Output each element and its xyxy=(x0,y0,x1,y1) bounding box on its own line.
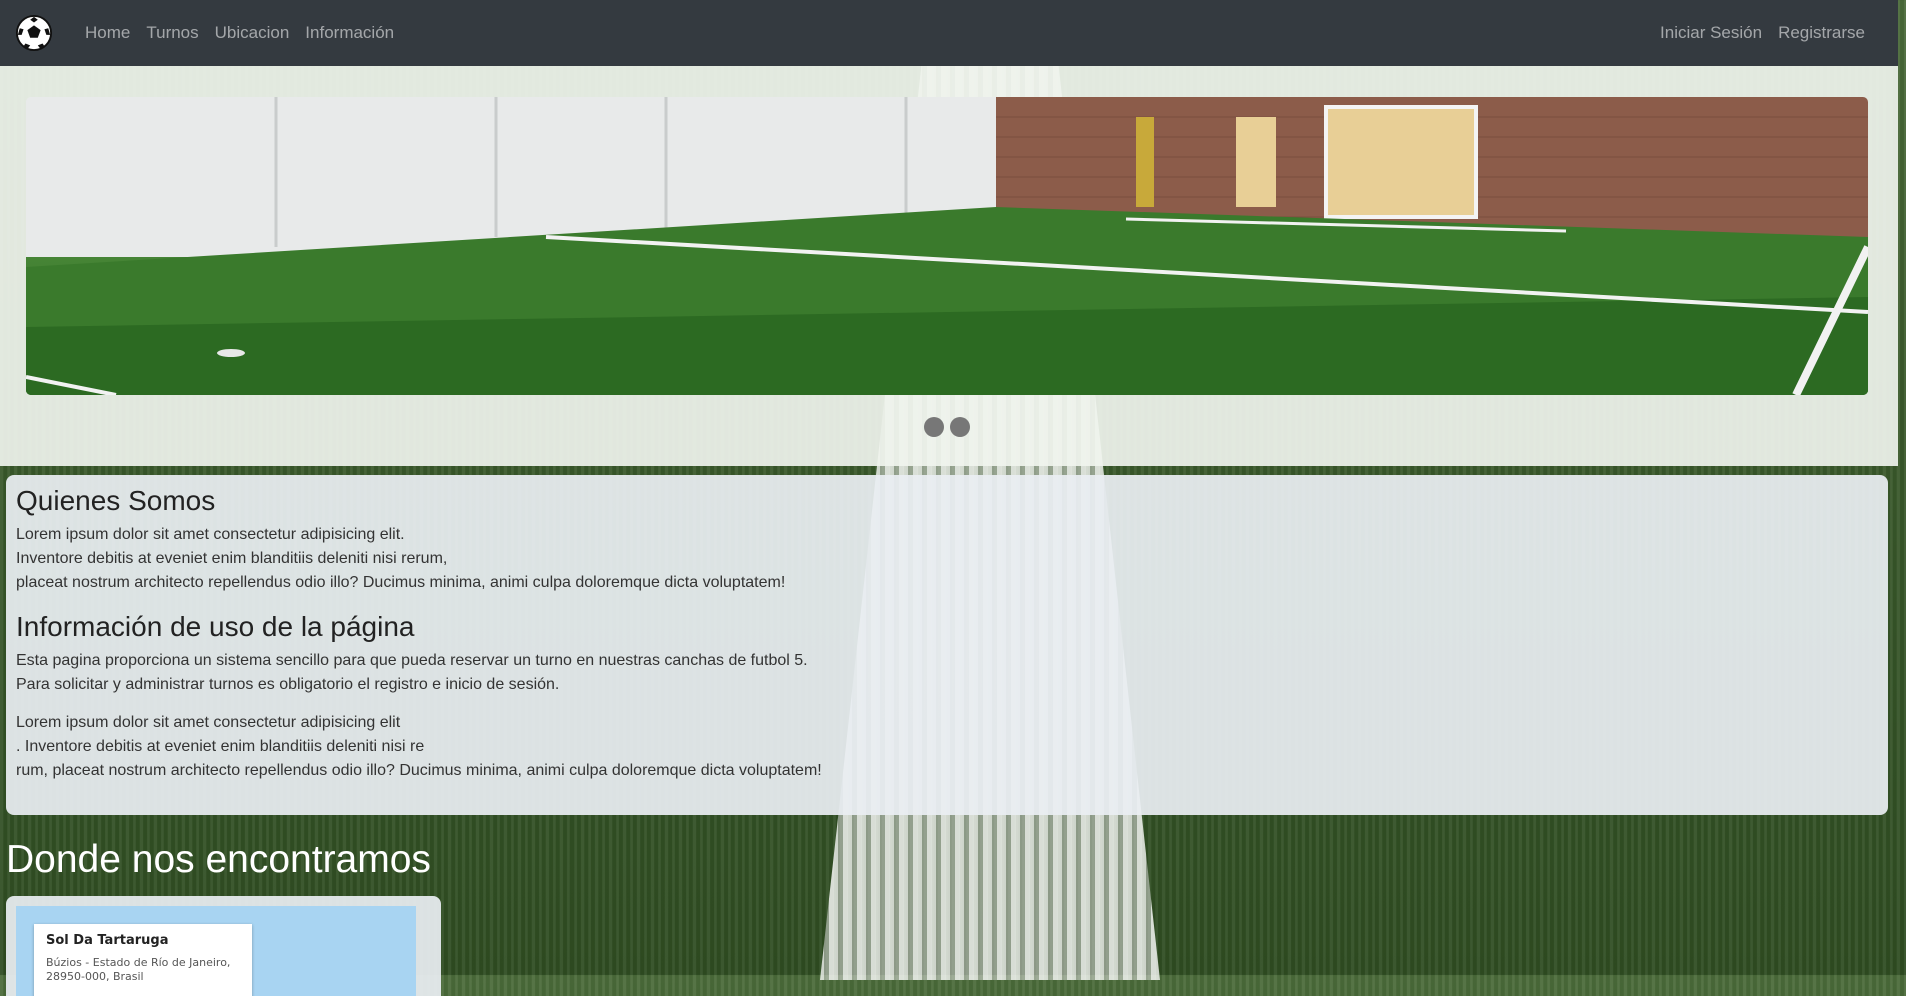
map-card: Sol Da Tartaruga Búzios - Estado de Río … xyxy=(6,896,441,996)
nav-turnos-link[interactable]: Turnos xyxy=(138,23,206,43)
nav-informacion-link[interactable]: Información xyxy=(297,23,402,43)
nav-ubicacion-link[interactable]: Ubicacion xyxy=(207,23,298,43)
nav-main-links: Home Turnos Ubicacion Información xyxy=(77,23,402,43)
register-link[interactable]: Registrarse xyxy=(1770,23,1873,43)
nav-auth-links: Iniciar Sesión Registrarse xyxy=(1652,23,1873,43)
map-place-card: Sol Da Tartaruga Búzios - Estado de Río … xyxy=(34,924,252,996)
usage-line: Esta pagina proporciona un sistema senci… xyxy=(16,652,808,669)
map-embed[interactable]: Sol Da Tartaruga Búzios - Estado de Río … xyxy=(16,906,416,996)
usage-title: Información de uso de la página xyxy=(16,611,415,642)
carousel-indicator-2[interactable] xyxy=(950,417,970,437)
info-card: Quienes Somos Lorem ipsum dolor sit amet… xyxy=(6,475,1888,815)
carousel-slide-soccer-field xyxy=(26,97,1868,395)
map-place-address: Búzios - Estado de Río de Janeiro, 28950… xyxy=(46,956,242,984)
login-link[interactable]: Iniciar Sesión xyxy=(1652,23,1770,43)
extra-line: rum, placeat nostrum architecto repellen… xyxy=(16,762,822,779)
extra-line: Lorem ipsum dolor sit amet consectetur a… xyxy=(16,714,401,731)
map-place-name: Sol Da Tartaruga xyxy=(46,933,169,948)
carousel-indicator-1[interactable] xyxy=(924,417,944,437)
usage-line: Para solicitar y administrar turnos es o… xyxy=(16,676,560,693)
carousel-indicators xyxy=(924,417,970,437)
about-line: Lorem ipsum dolor sit amet consectetur a… xyxy=(16,526,405,543)
carousel[interactable] xyxy=(26,97,1868,395)
nav-home-link[interactable]: Home xyxy=(77,23,138,43)
map-address-line: 28950-000, Brasil xyxy=(46,970,144,983)
about-title: Quienes Somos xyxy=(16,485,216,516)
about-line: placeat nostrum architecto repellendus o… xyxy=(16,574,786,591)
page: Home Turnos Ubicacion Información Inicia… xyxy=(0,0,1906,996)
soccer-ball-icon[interactable] xyxy=(15,14,53,52)
about-line: Inventore debitis at eveniet enim blandi… xyxy=(16,550,448,567)
map-address-line: Búzios - Estado de Río de Janeiro, xyxy=(46,956,231,969)
navbar: Home Turnos Ubicacion Información Inicia… xyxy=(0,0,1898,66)
extra-line: . Inventore debitis at eveniet enim blan… xyxy=(16,738,425,755)
carousel-section xyxy=(0,66,1898,466)
location-title: Donde nos encontramos xyxy=(6,838,431,881)
